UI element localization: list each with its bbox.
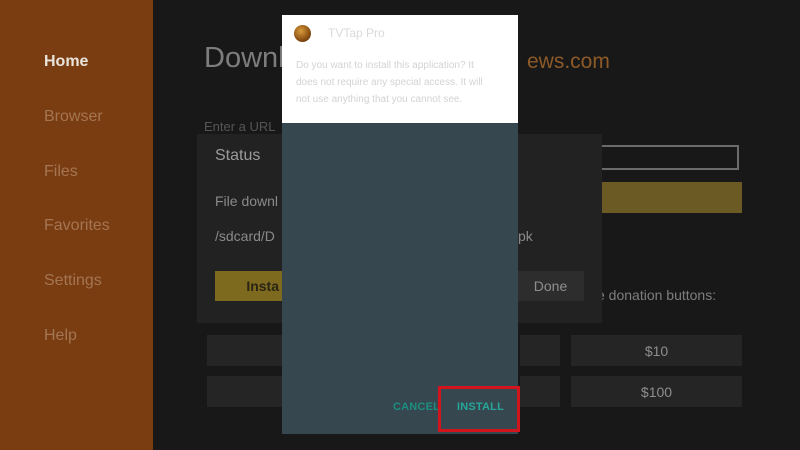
screen: Home Browser Files Favorites Settings He… xyxy=(0,0,800,450)
status-message: File downl xyxy=(215,193,279,209)
sidebar: Home Browser Files Favorites Settings He… xyxy=(0,0,153,450)
sidebar-item-files[interactable]: Files xyxy=(44,163,78,181)
installer-text-line: does not require any special access. It … xyxy=(296,77,483,88)
url-label: Enter a URL xyxy=(204,119,276,134)
status-done-button[interactable]: Done xyxy=(517,271,584,301)
install-highlight-box xyxy=(438,386,520,432)
status-title: Status xyxy=(215,147,261,164)
sidebar-item-settings[interactable]: Settings xyxy=(44,272,102,290)
donation-button[interactable] xyxy=(520,335,560,366)
status-path-suffix: pk xyxy=(518,228,533,244)
cancel-button[interactable]: CANCEL xyxy=(393,401,440,413)
sidebar-item-browser[interactable]: Browser xyxy=(44,108,103,126)
installer-text-line: not use anything that you cannot see. xyxy=(296,94,463,105)
url-input[interactable] xyxy=(597,145,739,170)
sidebar-item-favorites[interactable]: Favorites xyxy=(44,217,110,235)
installer-panel: TVTap Pro Do you want to install this ap… xyxy=(282,15,518,434)
sidebar-item-home[interactable]: Home xyxy=(44,53,88,71)
go-button[interactable] xyxy=(597,182,742,213)
installer-header: TVTap Pro Do you want to install this ap… xyxy=(282,15,518,123)
donation-button-100[interactable]: $100 xyxy=(571,376,742,407)
site-label: ews.com xyxy=(527,50,610,73)
donation-button[interactable] xyxy=(520,376,560,407)
status-install-button[interactable]: Insta xyxy=(215,271,285,301)
donation-button-10[interactable]: $10 xyxy=(571,335,742,366)
status-path: /sdcard/D xyxy=(215,228,275,244)
app-name: TVTap Pro xyxy=(328,26,385,40)
sidebar-item-help[interactable]: Help xyxy=(44,327,77,345)
page-title: Downl xyxy=(204,42,285,74)
donation-note: e donation buttons: xyxy=(597,287,717,303)
installer-text-line: Do you want to install this application?… xyxy=(296,60,474,71)
app-icon xyxy=(294,25,311,42)
